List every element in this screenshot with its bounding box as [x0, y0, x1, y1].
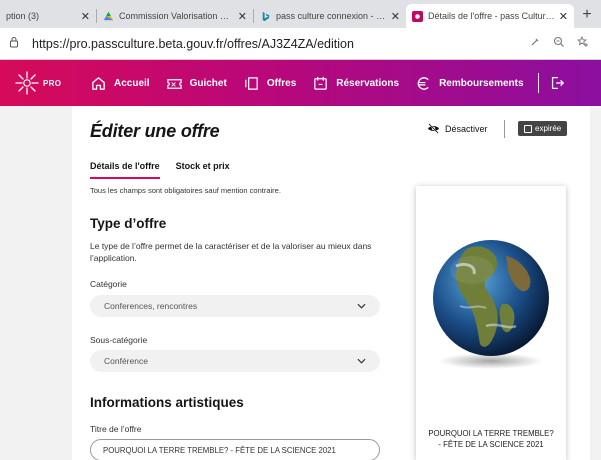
subcategory-label: Sous-catégorie: [90, 335, 148, 345]
zoom-icon[interactable]: [553, 36, 565, 51]
subcategory-select[interactable]: Conférence: [90, 350, 380, 372]
close-tab-icon[interactable]: ✕: [81, 10, 90, 23]
eye-off-icon: [428, 123, 439, 134]
earth-globe-illustration: [433, 240, 549, 369]
app-header: PRO Accueil Guichet Offres Réservations …: [0, 60, 601, 106]
pass-culture-favicon-icon: [412, 10, 423, 22]
browser-tab[interactable]: pass culture connexion - Bing ✕: [254, 4, 406, 28]
close-tab-icon[interactable]: ✕: [391, 10, 400, 23]
url-field[interactable]: https://pro.passculture.beta.gouv.fr/off…: [32, 37, 529, 51]
calendar-icon: [524, 124, 532, 133]
nav-label: Offres: [266, 77, 297, 89]
page-info-icon[interactable]: [8, 36, 22, 51]
offer-title-label: Titre de l’offre: [90, 424, 142, 434]
calendar-icon: [314, 76, 328, 90]
nav-offres[interactable]: Offres: [243, 75, 296, 92]
earth-globe-image: [416, 186, 566, 421]
offer-edit-card: Éditer une offre Désactiver expirée Déta…: [72, 106, 590, 460]
category-select[interactable]: Conferences, rencontres: [90, 295, 380, 317]
nav-label: Guichet: [189, 77, 227, 89]
offer-title-value: POURQUOI LA TERRE TREMBLE? - FÊTE DE LA …: [103, 445, 336, 455]
deactivate-button[interactable]: Désactiver: [427, 123, 488, 134]
chevron-down-icon: [357, 303, 366, 309]
browser-tab-title: Commission Valorisation du Pas: [119, 11, 234, 21]
artistic-info-heading: Informations artistiques: [90, 395, 244, 410]
category-value: Conferences, rencontres: [104, 301, 198, 311]
pass-culture-pro-logo[interactable]: PRO: [14, 70, 72, 96]
home-icon: [92, 76, 105, 90]
subcategory-value: Conférence: [104, 356, 148, 366]
new-tab-button[interactable]: +: [574, 4, 600, 28]
offers-icon: [245, 76, 258, 90]
nav-label: Accueil: [114, 77, 150, 89]
category-label: Catégorie: [90, 279, 127, 289]
chevron-down-icon: [357, 358, 366, 364]
nav-guichet[interactable]: Guichet: [166, 75, 227, 92]
logout-icon[interactable]: [549, 75, 565, 91]
offer-type-heading: Type d’offre: [90, 216, 167, 231]
required-fields-note: Tous les champs sont obligatoires sauf m…: [90, 186, 281, 195]
bing-icon: [262, 11, 270, 21]
logo-text: PRO: [43, 78, 62, 88]
nav-divider: [537, 73, 539, 93]
address-bar: https://pro.passculture.beta.gouv.fr/off…: [0, 28, 601, 60]
status-badge-label: expirée: [535, 124, 562, 133]
browser-tab-title: pass culture connexion - Bing: [276, 11, 387, 21]
browser-tab[interactable]: Commission Valorisation du Pas ✕: [97, 4, 253, 28]
nav-label: Remboursements: [439, 77, 524, 89]
close-tab-icon[interactable]: ✕: [559, 10, 568, 23]
nav-remboursements[interactable]: Remboursements: [415, 75, 524, 92]
header-divider: [504, 120, 505, 138]
permissions-icon[interactable]: [529, 36, 541, 51]
offer-type-description: Le type de l’offre permet de la caractér…: [90, 241, 372, 263]
offer-tabs: Détails de l'offre Stock et prix: [90, 161, 246, 179]
offer-title-input[interactable]: POURQUOI LA TERRE TREMBLE? - FÊTE DE LA …: [90, 439, 380, 460]
browser-tab[interactable]: ption (3) ✕: [0, 4, 96, 28]
browser-tab-title: ption (3): [6, 11, 40, 21]
browser-tab-title: Détails de l'offre - pass Culture P: [428, 11, 555, 21]
drive-icon: [103, 11, 114, 20]
browser-tab-active[interactable]: Détails de l'offre - pass Culture P ✕: [406, 4, 574, 28]
preview-offer-title: POURQUOI LA TERRE TREMBLE? - FÊTE DE LA …: [428, 429, 554, 449]
status-badge: expirée: [518, 121, 568, 136]
ticket-icon: [166, 78, 182, 89]
logo-burst-icon: [15, 71, 39, 95]
tab-stock-price[interactable]: Stock et prix: [176, 161, 230, 179]
nav-reservations[interactable]: Réservations: [312, 75, 399, 92]
page-title: Éditer une offre: [90, 121, 220, 141]
deactivate-label: Désactiver: [445, 123, 488, 134]
favorites-icon[interactable]: [576, 35, 589, 51]
offer-preview-card: POURQUOI LA TERRE TREMBLE? - FÊTE DE LA …: [416, 186, 566, 460]
tab-details[interactable]: Détails de l'offre: [90, 161, 160, 179]
euro-icon: [417, 76, 429, 90]
nav-label: Réservations: [336, 77, 400, 89]
close-tab-icon[interactable]: ✕: [238, 10, 247, 23]
nav-accueil[interactable]: Accueil: [90, 75, 150, 92]
browser-tab-bar: ption (3) ✕ Commission Valorisation du P…: [0, 0, 601, 28]
